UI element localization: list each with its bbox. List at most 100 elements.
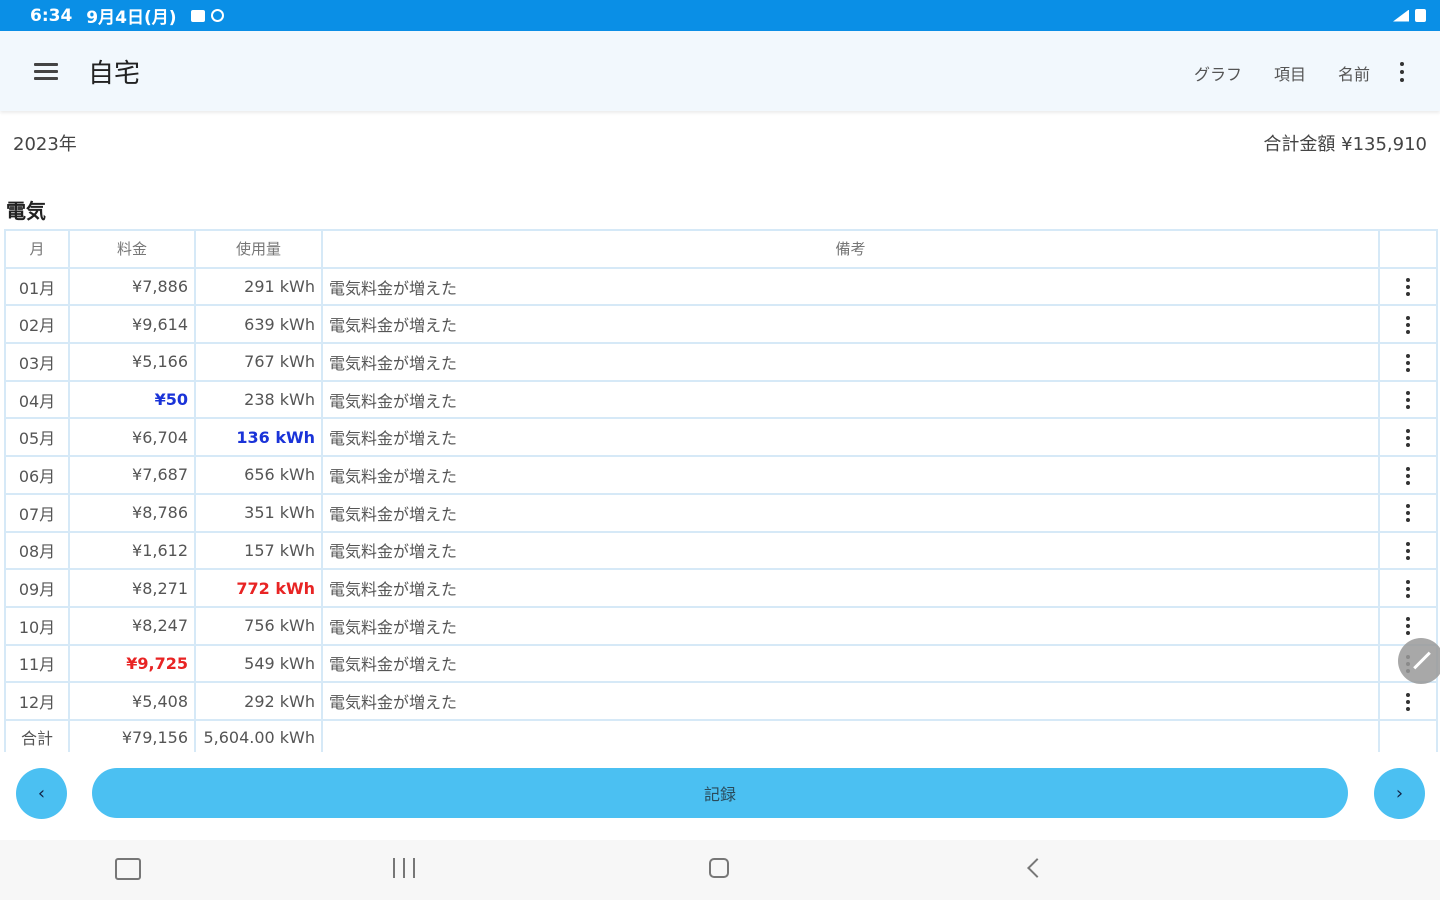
status-time: 6:34 (30, 5, 73, 26)
edit-icon[interactable] (1398, 638, 1440, 684)
table-header-row: 月 料金 使用量 備考 (4, 229, 1438, 269)
more-vert-icon[interactable] (1406, 542, 1410, 561)
cell-note: 電気料金が増えた (321, 455, 1380, 495)
graph-button[interactable]: グラフ (1194, 61, 1242, 85)
header-note: 備考 (321, 229, 1380, 269)
row-menu-cell (1378, 304, 1438, 345)
cell-note: 電気料金が増えた (321, 605, 1380, 646)
cell-usage: 292 kWh (194, 681, 323, 721)
row-menu-cell (1378, 530, 1438, 571)
menu-icon[interactable] (30, 59, 62, 83)
cell-usage-max: 772 kWh (194, 568, 323, 608)
cell-month: 04月 (4, 379, 70, 420)
row-menu-cell (1378, 681, 1438, 721)
cell-usage-min: 136 kWh (194, 417, 323, 458)
cell-fee: ¥9,614 (68, 304, 196, 345)
cell-fee: ¥6,704 (68, 417, 196, 458)
table-row[interactable]: 04月 ¥50 238 kWh 電気料金が増えた (4, 379, 1438, 420)
row-menu-cell (1378, 492, 1438, 533)
more-vert-icon[interactable] (1394, 59, 1410, 85)
status-date: 9月4日(月) (86, 8, 177, 28)
sync-notification-icon (210, 9, 224, 22)
more-vert-icon[interactable] (1406, 692, 1410, 711)
cell-fee: ¥5,166 (68, 342, 196, 382)
cell-usage: 291 kWh (194, 266, 323, 307)
table-row[interactable]: 07月 ¥8,786 351 kWh 電気料金が増えた (4, 492, 1438, 533)
names-button[interactable]: 名前 (1338, 61, 1370, 85)
table-row[interactable]: 06月 ¥7,687 656 kWh 電気料金が増えた (4, 455, 1438, 495)
back-icon[interactable] (1027, 858, 1047, 878)
table-row[interactable]: 02月 ¥9,614 639 kWh 電気料金が増えた (4, 304, 1438, 345)
battery-icon (1415, 9, 1426, 22)
cell-fee: ¥8,786 (68, 492, 196, 533)
more-vert-icon[interactable] (1406, 391, 1410, 410)
totals-row: 合計 ¥79,156 5,604.00 kWh (4, 718, 1438, 754)
row-menu-cell (1378, 379, 1438, 420)
more-vert-icon[interactable] (1406, 579, 1410, 598)
home-icon[interactable] (709, 858, 729, 878)
prev-year-button[interactable]: ‹ (16, 768, 67, 819)
cell-usage: 238 kWh (194, 379, 323, 420)
cell-note: 電気料金が増えた (321, 643, 1380, 684)
more-vert-icon[interactable] (1406, 278, 1410, 297)
recents-icon[interactable] (393, 858, 415, 878)
cell-fee: ¥7,687 (68, 455, 196, 495)
more-vert-icon[interactable] (1406, 617, 1410, 636)
table-row[interactable]: 03月 ¥5,166 767 kWh 電気料金が増えた (4, 342, 1438, 382)
cell-usage: 767 kWh (194, 342, 323, 382)
cell-usage: 756 kWh (194, 605, 323, 646)
table-row[interactable]: 08月 ¥1,612 157 kWh 電気料金が増えた (4, 530, 1438, 571)
image-notification-icon (190, 9, 205, 22)
row-menu-cell (1378, 455, 1438, 495)
cell-note: 電気料金が増えた (321, 681, 1380, 721)
cell-month: 07月 (4, 492, 70, 533)
next-year-button[interactable]: › (1374, 768, 1425, 819)
more-vert-icon[interactable] (1406, 466, 1410, 485)
more-vert-icon[interactable] (1406, 315, 1410, 334)
table-row[interactable]: 01月 ¥7,886 291 kWh 電気料金が増えた (4, 266, 1438, 307)
header-menu (1378, 229, 1438, 269)
more-vert-icon[interactable] (1406, 429, 1410, 448)
cell-month: 05月 (4, 417, 70, 458)
page-title: 自宅 (88, 59, 141, 89)
cell-usage: 656 kWh (194, 455, 323, 495)
cell-fee: ¥8,271 (68, 568, 196, 608)
cell-note: 電気料金が増えた (321, 342, 1380, 382)
totals-label: 合計 (4, 718, 70, 754)
items-button[interactable]: 項目 (1274, 61, 1306, 85)
more-vert-icon[interactable] (1406, 504, 1410, 523)
row-menu-cell (1378, 342, 1438, 382)
table-row[interactable]: 05月 ¥6,704 136 kWh 電気料金が増えた (4, 417, 1438, 458)
record-button[interactable]: 記録 (92, 768, 1348, 818)
keyboard-icon[interactable] (115, 858, 141, 880)
totals-menu-cell (1378, 718, 1438, 754)
totals-note (321, 718, 1380, 754)
cell-note: 電気料金が増えた (321, 568, 1380, 608)
row-menu-cell (1378, 266, 1438, 307)
section-title: 電気 (6, 199, 46, 223)
cell-note: 電気料金が増えた (321, 379, 1380, 420)
signal-icon (1393, 9, 1409, 22)
row-menu-cell (1378, 417, 1438, 458)
table-row[interactable]: 10月 ¥8,247 756 kWh 電気料金が増えた (4, 605, 1438, 646)
year-label: 2023年 (13, 134, 77, 155)
row-menu-cell (1378, 568, 1438, 608)
total-amount: 合計金額 ¥135,910 (1263, 134, 1427, 155)
cell-note: 電気料金が増えた (321, 304, 1380, 345)
cell-fee: ¥1,612 (68, 530, 196, 571)
system-nav-bar (0, 840, 1440, 900)
status-right-icons (1393, 9, 1426, 22)
cell-month: 10月 (4, 605, 70, 646)
cell-note: 電気料金が増えた (321, 492, 1380, 533)
cell-month: 08月 (4, 530, 70, 571)
table-row[interactable]: 11月 ¥9,725 549 kWh 電気料金が増えた (4, 643, 1438, 684)
app-bar: 自宅 グラフ 項目 名前 (0, 31, 1440, 111)
cell-usage: 157 kWh (194, 530, 323, 571)
table-row[interactable]: 12月 ¥5,408 292 kWh 電気料金が増えた (4, 681, 1438, 721)
cell-note: 電気料金が増えた (321, 530, 1380, 571)
table-row[interactable]: 09月 ¥8,271 772 kWh 電気料金が増えた (4, 568, 1438, 608)
more-vert-icon[interactable] (1406, 353, 1410, 372)
cell-month: 01月 (4, 266, 70, 307)
cell-note: 電気料金が増えた (321, 266, 1380, 307)
cell-fee: ¥7,886 (68, 266, 196, 307)
